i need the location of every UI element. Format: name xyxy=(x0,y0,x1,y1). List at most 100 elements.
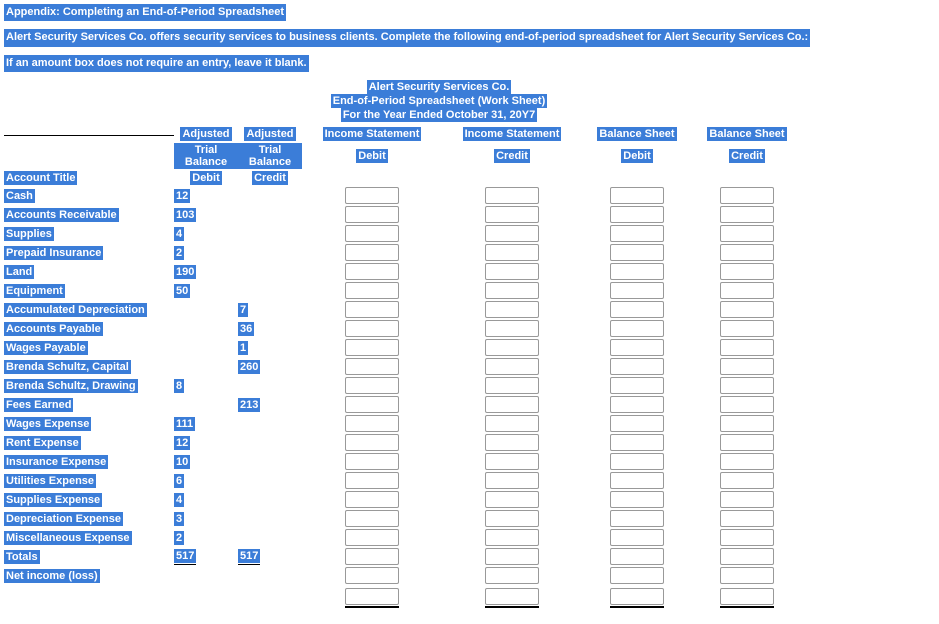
entry-input[interactable] xyxy=(610,529,664,546)
company-name: Alert Security Services Co. xyxy=(367,80,512,94)
entry-input[interactable] xyxy=(485,225,539,242)
hdr-is-credit-2: Credit xyxy=(494,149,530,163)
entry-input[interactable] xyxy=(345,301,399,318)
entry-input[interactable] xyxy=(610,415,664,432)
entry-input[interactable] xyxy=(610,377,664,394)
entry-input[interactable] xyxy=(345,434,399,451)
entry-input[interactable] xyxy=(485,529,539,546)
entry-input[interactable] xyxy=(345,415,399,432)
atb-credit-value: 260 xyxy=(238,360,260,374)
hdr-bs-debit-2: Debit xyxy=(621,149,653,163)
entry-input[interactable] xyxy=(610,282,664,299)
entry-input[interactable] xyxy=(485,396,539,413)
entry-input[interactable] xyxy=(345,396,399,413)
entry-input[interactable] xyxy=(610,472,664,489)
totals-input[interactable] xyxy=(345,548,399,565)
entry-input[interactable] xyxy=(720,453,774,470)
final-input[interactable] xyxy=(345,588,399,605)
entry-input[interactable] xyxy=(720,244,774,261)
entry-input[interactable] xyxy=(345,358,399,375)
entry-input[interactable] xyxy=(720,339,774,356)
entry-input[interactable] xyxy=(345,320,399,337)
entry-input[interactable] xyxy=(485,491,539,508)
appendix-heading: Appendix: Completing an End-of-Period Sp… xyxy=(4,4,286,21)
hdr-is-debit-2: Debit xyxy=(356,149,388,163)
entry-input[interactable] xyxy=(610,206,664,223)
entry-input[interactable] xyxy=(345,225,399,242)
net-income-label: Net income (loss) xyxy=(4,569,100,583)
net-input[interactable] xyxy=(720,567,774,584)
entry-input[interactable] xyxy=(485,206,539,223)
entry-input[interactable] xyxy=(345,263,399,280)
entry-input[interactable] xyxy=(485,339,539,356)
entry-input[interactable] xyxy=(610,396,664,413)
entry-input[interactable] xyxy=(345,529,399,546)
entry-input[interactable] xyxy=(720,206,774,223)
entry-input[interactable] xyxy=(345,377,399,394)
entry-input[interactable] xyxy=(610,510,664,527)
final-input[interactable] xyxy=(610,588,664,605)
entry-input[interactable] xyxy=(485,358,539,375)
entry-input[interactable] xyxy=(345,244,399,261)
entry-input[interactable] xyxy=(345,491,399,508)
divider xyxy=(4,135,174,136)
entry-input[interactable] xyxy=(720,187,774,204)
entry-input[interactable] xyxy=(720,377,774,394)
entry-input[interactable] xyxy=(345,453,399,470)
totals-input[interactable] xyxy=(610,548,664,565)
entry-input[interactable] xyxy=(610,339,664,356)
entry-input[interactable] xyxy=(485,187,539,204)
entry-input[interactable] xyxy=(610,244,664,261)
atb-debit-value: 103 xyxy=(174,208,196,222)
entry-input[interactable] xyxy=(720,510,774,527)
entry-input[interactable] xyxy=(720,263,774,280)
entry-input[interactable] xyxy=(345,510,399,527)
entry-input[interactable] xyxy=(720,358,774,375)
entry-input[interactable] xyxy=(485,282,539,299)
entry-input[interactable] xyxy=(720,529,774,546)
entry-input[interactable] xyxy=(485,244,539,261)
entry-input[interactable] xyxy=(720,491,774,508)
final-input[interactable] xyxy=(485,588,539,605)
entry-input[interactable] xyxy=(485,472,539,489)
entry-input[interactable] xyxy=(345,206,399,223)
account-title: Rent Expense xyxy=(4,436,81,450)
entry-input[interactable] xyxy=(720,225,774,242)
entry-input[interactable] xyxy=(720,472,774,489)
entry-input[interactable] xyxy=(485,415,539,432)
entry-input[interactable] xyxy=(610,453,664,470)
entry-input[interactable] xyxy=(485,434,539,451)
net-input[interactable] xyxy=(485,567,539,584)
entry-input[interactable] xyxy=(485,263,539,280)
entry-input[interactable] xyxy=(720,415,774,432)
entry-input[interactable] xyxy=(345,472,399,489)
entry-input[interactable] xyxy=(485,301,539,318)
entry-input[interactable] xyxy=(345,339,399,356)
account-title: Brenda Schultz, Drawing xyxy=(4,379,138,393)
entry-input[interactable] xyxy=(610,263,664,280)
entry-input[interactable] xyxy=(610,434,664,451)
entry-input[interactable] xyxy=(610,358,664,375)
entry-input[interactable] xyxy=(720,434,774,451)
entry-input[interactable] xyxy=(720,282,774,299)
totals-input[interactable] xyxy=(720,548,774,565)
entry-input[interactable] xyxy=(345,282,399,299)
entry-input[interactable] xyxy=(610,225,664,242)
entry-input[interactable] xyxy=(485,377,539,394)
entry-input[interactable] xyxy=(610,491,664,508)
totals-input[interactable] xyxy=(485,548,539,565)
final-input[interactable] xyxy=(720,588,774,605)
net-input[interactable] xyxy=(610,567,664,584)
entry-input[interactable] xyxy=(610,301,664,318)
net-input[interactable] xyxy=(345,567,399,584)
entry-input[interactable] xyxy=(610,320,664,337)
entry-input[interactable] xyxy=(720,396,774,413)
entry-input[interactable] xyxy=(485,320,539,337)
entry-input[interactable] xyxy=(720,301,774,318)
entry-input[interactable] xyxy=(720,320,774,337)
atb-debit-value: 2 xyxy=(174,246,184,260)
entry-input[interactable] xyxy=(345,187,399,204)
entry-input[interactable] xyxy=(610,187,664,204)
entry-input[interactable] xyxy=(485,510,539,527)
entry-input[interactable] xyxy=(485,453,539,470)
